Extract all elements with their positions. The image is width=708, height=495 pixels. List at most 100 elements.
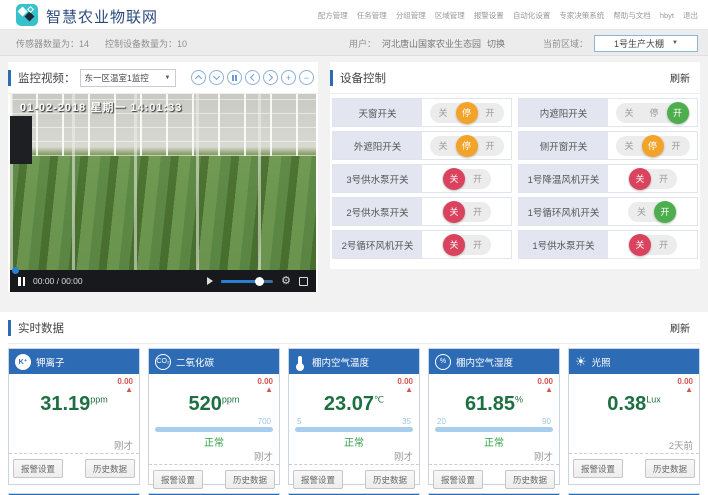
switch-group: 关开 bbox=[442, 202, 491, 222]
last-update-time: 2天前 bbox=[575, 438, 693, 453]
switch-option-active[interactable]: 停 bbox=[642, 135, 664, 157]
ptz-right-button[interactable] bbox=[263, 70, 278, 85]
sensor-value: 31.19ppm bbox=[15, 394, 133, 414]
history-data-button[interactable]: 历史数据 bbox=[85, 459, 135, 478]
range-bar: 2090 bbox=[435, 417, 553, 432]
sensor-card-footer: 报警设置 历史数据 bbox=[429, 464, 559, 495]
delta-up-icon: ▲ bbox=[257, 386, 273, 394]
device-label: 1号降温风机开关 bbox=[519, 165, 608, 192]
region-label: 当前区域： bbox=[543, 37, 588, 50]
realtime-panel-header: 实时数据 刷新 bbox=[8, 312, 700, 344]
alarm-settings-button[interactable]: 报警设置 bbox=[433, 470, 483, 489]
nav-item-4[interactable]: 报警设置 bbox=[474, 10, 504, 21]
sensor-card-footer: 报警设置 历史数据 bbox=[149, 464, 279, 495]
history-data-button[interactable]: 历史数据 bbox=[365, 470, 415, 489]
sensor-value: 61.85% bbox=[435, 394, 553, 414]
switch-option-active[interactable]: 开 bbox=[667, 102, 689, 124]
switch-option[interactable]: 开 bbox=[465, 169, 490, 189]
switch-user-link[interactable]: 切换 bbox=[487, 37, 505, 50]
range-track bbox=[435, 427, 553, 432]
settings-gear-icon[interactable]: ⚙ bbox=[281, 276, 291, 287]
nav-item-7[interactable]: 帮助与文档 bbox=[613, 10, 651, 21]
switch-option[interactable]: 开 bbox=[478, 103, 503, 123]
ptz-pause-button[interactable] bbox=[227, 70, 242, 85]
nav-item-1[interactable]: 任务管理 bbox=[357, 10, 387, 21]
region-select[interactable]: 1号生产大棚 ▼ bbox=[594, 35, 698, 52]
switch-option-active[interactable]: 关 bbox=[629, 168, 651, 190]
switch-option[interactable]: 开 bbox=[651, 235, 676, 255]
switch-option[interactable]: 停 bbox=[642, 103, 667, 123]
realtime-refresh-link[interactable]: 刷新 bbox=[670, 320, 690, 335]
switch-option[interactable]: 关 bbox=[431, 136, 456, 156]
history-data-button[interactable]: 历史数据 bbox=[225, 470, 275, 489]
volume-icon[interactable] bbox=[207, 277, 213, 285]
sub-header: 传感器数量为：14 控制设备数量为：10 用户： 河北唐山国家农业生态园 切换 … bbox=[0, 30, 708, 56]
alarm-settings-button[interactable]: 报警设置 bbox=[293, 470, 343, 489]
sensor-name: 钾离子 bbox=[36, 355, 65, 369]
seek-handle[interactable] bbox=[12, 267, 19, 274]
camera-select[interactable]: 东一区温室1监控 ▼ bbox=[80, 69, 176, 87]
region-select-value: 1号生产大棚 bbox=[614, 37, 664, 50]
pause-icon[interactable] bbox=[18, 277, 25, 286]
switch-option[interactable]: 开 bbox=[664, 136, 689, 156]
co2-icon: CO₂ bbox=[155, 354, 171, 370]
alarm-settings-button[interactable]: 报警设置 bbox=[13, 459, 63, 478]
zoom-out-button[interactable]: − bbox=[299, 70, 314, 85]
device-switch-cell: 1号循环风机开关关开 bbox=[518, 197, 698, 226]
panel-accent-bar bbox=[330, 70, 333, 86]
nav-item-5[interactable]: 自动化设置 bbox=[513, 10, 551, 21]
switch-option-active[interactable]: 停 bbox=[456, 135, 478, 157]
switch-option[interactable]: 关 bbox=[629, 202, 654, 222]
top-header: 智慧农业物联网 配方管理任务管理分组管理区域管理报警设置自动化设置专家决策系统帮… bbox=[0, 0, 708, 30]
switch-option-active[interactable]: 关 bbox=[443, 201, 465, 223]
switch-option-active[interactable]: 关 bbox=[443, 168, 465, 190]
history-data-button[interactable]: 历史数据 bbox=[505, 470, 555, 489]
device-refresh-link[interactable]: 刷新 bbox=[670, 70, 690, 85]
volume-slider[interactable] bbox=[221, 280, 273, 283]
nav-item-6[interactable]: 专家决策系统 bbox=[559, 10, 604, 21]
nav-item-9[interactable]: 退出 bbox=[683, 10, 698, 21]
nav-item-2[interactable]: 分组管理 bbox=[396, 10, 426, 21]
sensor-unit: Lux bbox=[646, 394, 661, 404]
device-counts: 传感器数量为：14 控制设备数量为：10 bbox=[16, 30, 187, 56]
switch-option-active[interactable]: 关 bbox=[443, 234, 465, 256]
video-feed[interactable]: 01-02-2018 星期一 14:01:33 bbox=[10, 94, 316, 270]
device-switch-grid: 天窗开关关停开内遮阳开关关停开外遮阳开关关停开侧开窗开关关停开3号供水泵开关关开… bbox=[330, 94, 700, 259]
switch-option[interactable]: 开 bbox=[478, 136, 503, 156]
nav-item-3[interactable]: 区域管理 bbox=[435, 10, 465, 21]
sensor-name: 棚内空气温度 bbox=[312, 355, 369, 369]
switch-option-active[interactable]: 关 bbox=[629, 234, 651, 256]
device-switch-cell: 1号供水泵开关关开 bbox=[518, 230, 698, 259]
switch-option-active[interactable]: 停 bbox=[456, 102, 478, 124]
alarm-settings-button[interactable]: 报警设置 bbox=[573, 459, 623, 478]
fullscreen-icon[interactable] bbox=[299, 277, 308, 286]
sensor-name: 二氧化碳 bbox=[176, 355, 214, 369]
ptz-up-button[interactable] bbox=[191, 70, 206, 85]
device-switch-row: 外遮阳开关关停开侧开窗开关关停开 bbox=[332, 131, 698, 160]
alarm-settings-button[interactable]: 报警设置 bbox=[153, 470, 203, 489]
device-control-panel: 设备控制 刷新 天窗开关关停开内遮阳开关关停开外遮阳开关关停开侧开窗开关关停开3… bbox=[330, 62, 700, 269]
switch-option[interactable]: 关 bbox=[617, 103, 642, 123]
switch-option[interactable]: 关 bbox=[431, 103, 456, 123]
switch-option[interactable]: 开 bbox=[651, 169, 676, 189]
switch-option[interactable]: 开 bbox=[465, 235, 490, 255]
device-switch-row: 2号供水泵开关关开1号循环风机开关关开 bbox=[332, 197, 698, 226]
switch-option[interactable]: 开 bbox=[465, 202, 490, 222]
video-panel-header: 监控视频： 东一区温室1监控 ▼ + − bbox=[8, 62, 318, 94]
switch-option[interactable]: 关 bbox=[617, 136, 642, 156]
switch-group: 关停开 bbox=[616, 136, 690, 156]
camera-select-value: 东一区温室1监控 bbox=[85, 72, 149, 84]
ptz-left-button[interactable] bbox=[245, 70, 260, 85]
sensor-cards-row: K⁺钾离子0.00▲31.19ppm刚才报警设置历史数据CO₂二氧化碳0.00▲… bbox=[8, 348, 700, 485]
range-bar: 535 bbox=[295, 417, 413, 432]
nav-item-8[interactable]: hbyt bbox=[660, 11, 674, 20]
device-panel-header: 设备控制 刷新 bbox=[330, 62, 700, 94]
last-update-time: 刚才 bbox=[15, 438, 133, 453]
switch-option-active[interactable]: 开 bbox=[654, 201, 676, 223]
ptz-down-button[interactable] bbox=[209, 70, 224, 85]
sensor-card-header: 棚内空气温度 bbox=[289, 349, 419, 374]
sensor-card-header: CO₂ 二氧化碳 bbox=[149, 349, 279, 374]
nav-item-0[interactable]: 配方管理 bbox=[318, 10, 348, 21]
zoom-in-button[interactable]: + bbox=[281, 70, 296, 85]
history-data-button[interactable]: 历史数据 bbox=[645, 459, 695, 478]
